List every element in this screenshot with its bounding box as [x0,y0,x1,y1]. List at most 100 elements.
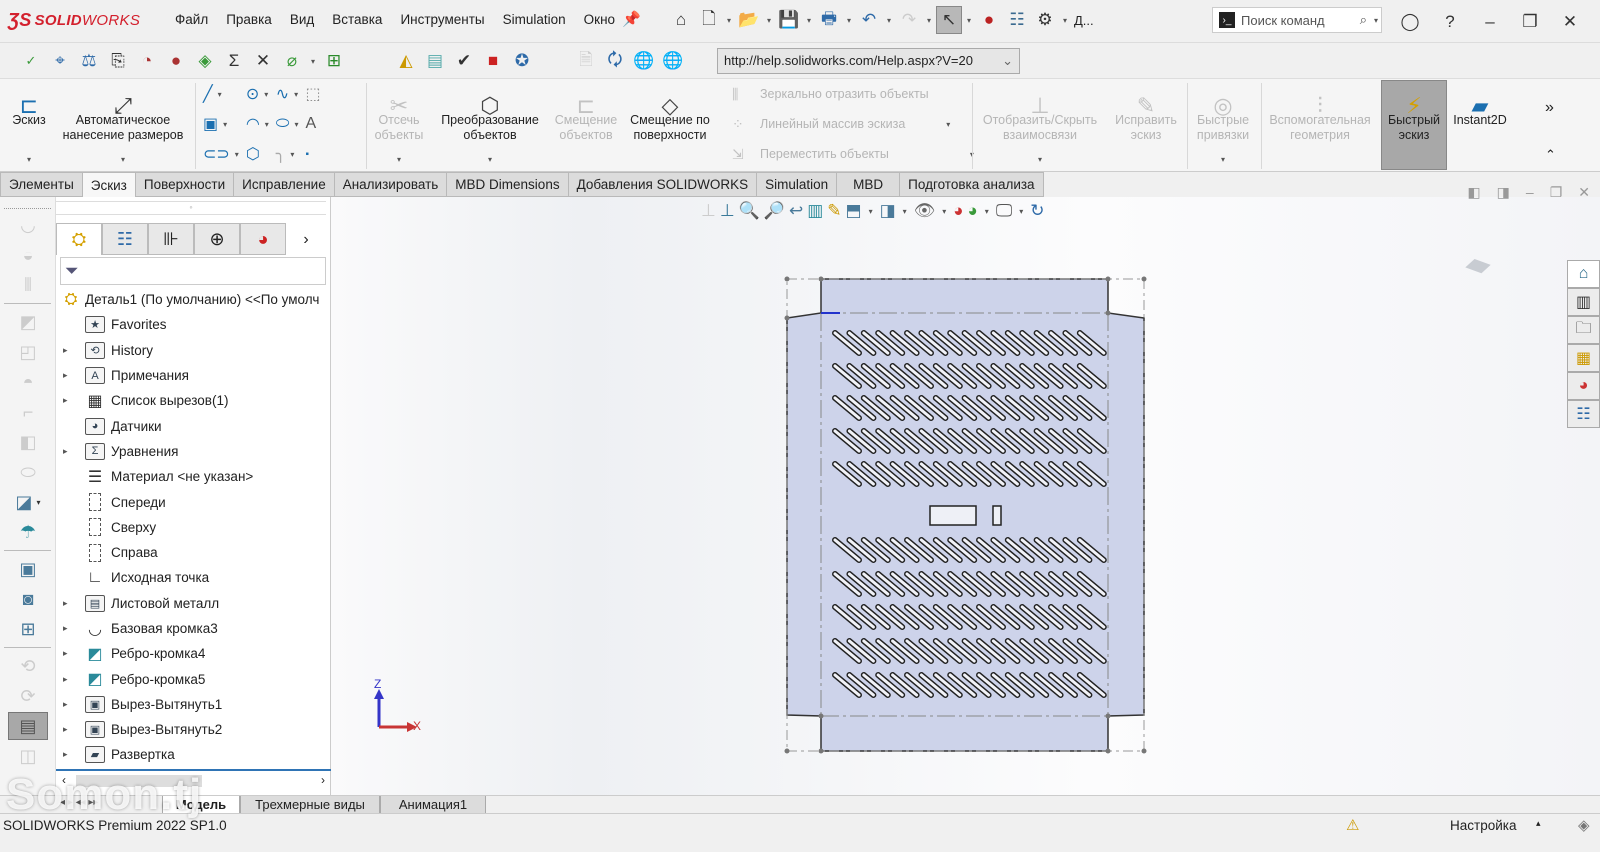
tree-item[interactable]: ▸ ◩ Ребро-кромка4 [56,641,331,666]
command-search-input[interactable]: Поиск команд [1241,13,1360,28]
design-table-icon[interactable]: ⊞ [321,47,347,75]
expand-arrow-icon[interactable]: ▸ [63,699,68,710]
menu-edit[interactable]: Правка [217,12,281,27]
options-dropdown[interactable]: ▾ [1060,16,1070,25]
miter-flange-icon[interactable]: ◰ [8,338,48,366]
circle-icon[interactable]: ⊙ [246,84,259,104]
hem-icon[interactable]: ◓ [8,368,48,396]
tree-item[interactable]: ☰ Материал <не указан> [56,464,331,489]
tree-item[interactable]: ▸ Σ Уравнения [56,439,331,464]
expand-arrow-icon[interactable]: ▸ [63,648,68,659]
ribbon-overflow-icon[interactable]: » [1545,99,1554,117]
tree-item[interactable]: ▸ ▣ Вырез-Вытянуть2 [56,717,331,742]
tree-item[interactable]: ▸ ⟲ History [56,338,331,363]
arc-icon[interactable]: ◠ [246,114,260,134]
line-icon[interactable]: ╱ [203,84,213,104]
offset-entities-button[interactable]: ⊏ Смещение объектов [552,79,620,173]
filter-icon[interactable]: ⏷ [65,261,79,281]
ellipse-icon[interactable]: ⬭ [276,115,290,133]
fillet-icon[interactable]: ╮ [276,144,286,164]
tree-item[interactable]: ▸ ▤ Листовой металл [56,591,331,616]
dimxpert-dropdown[interactable]: ▾ [308,57,318,66]
convert-to-sheet-metal-icon[interactable]: ◒ [8,241,48,269]
repair-sketch-button[interactable]: ✎ Исправить эскиз [1108,79,1184,173]
help-icon[interactable]: ? [1430,8,1470,36]
rebuild-status-icon[interactable]: ⚠ [1346,816,1359,834]
expand-arrow-icon[interactable]: ▸ [63,446,68,457]
check-icon[interactable]: ● [163,47,189,75]
mass-properties-icon[interactable]: ⚖ [76,47,102,75]
undo-dropdown[interactable]: ▾ [884,16,894,25]
url-combobox[interactable]: http://help.solidworks.com/Help.aspx?V=2… [717,48,1020,74]
sketched-bend-icon[interactable]: ◧ [8,428,48,456]
select-cursor-icon[interactable]: ↖ [936,6,962,34]
tree-item[interactable]: ◕ Датчики [56,413,331,438]
dimxpert-icon[interactable]: ⌀ [279,47,305,75]
filter-input[interactable]: ⏷ [60,257,326,285]
flatten-icon[interactable]: ▤ [8,712,48,740]
measure-icon[interactable]: ⌖ [47,47,73,75]
fillet-dropdown[interactable]: ▾ [287,150,297,159]
section-properties-icon[interactable]: ⎘ [105,47,131,75]
slot-icon[interactable]: ⊂⊃ [203,144,230,164]
offset-on-surface-button[interactable]: ◇ Смещение по поверхности [626,79,714,173]
appearances-scenes-icon[interactable]: ◕ [1567,372,1600,400]
search-dropdown[interactable]: ▾ [1371,16,1381,25]
solidworks-resources-home-icon[interactable]: ⌂ [1567,260,1600,288]
unfold-icon[interactable]: ⟲ [8,652,48,680]
tree-item[interactable]: ▸ A Примечания [56,363,331,388]
circle-dropdown[interactable]: ▾ [261,90,271,99]
new-document-icon[interactable]: 🗋 [696,6,722,34]
tab-solidworks-addins[interactable]: Добавления SOLIDWORKS [568,172,758,197]
performance-icon[interactable]: ◔ [134,47,160,75]
simple-hole-icon[interactable]: ◙ [8,585,48,613]
spline-dropdown[interactable]: ▾ [291,90,301,99]
unit-system-label[interactable]: Настройка [1450,818,1516,833]
minimize-icon[interactable]: – [1470,8,1510,36]
expand-arrow-icon[interactable]: ▸ [63,724,68,735]
forming-tool-icon[interactable]: ☂ [8,518,48,546]
open-dropdown[interactable]: ▾ [764,16,774,25]
web-refresh-globe-icon[interactable]: 🌐 [660,47,686,75]
line-dropdown[interactable]: ▾ [215,90,225,99]
no-bends-icon[interactable]: ◫ [8,742,48,770]
expand-arrow-icon[interactable]: ▸ [63,749,68,760]
menu-insert[interactable]: Вставка [323,12,391,27]
trim-entities-button[interactable]: ✂ Отсечь объекты ▾ [370,79,428,173]
url-input[interactable]: http://help.solidworks.com/Help.aspx?V=2… [724,53,973,68]
arc-dropdown[interactable]: ▾ [262,120,272,129]
tab-animation1[interactable]: Анимация1 [380,796,486,814]
redo-dropdown[interactable]: ▾ [924,16,934,25]
text-icon[interactable]: A [305,115,316,133]
menu-tools[interactable]: Инструменты [391,12,493,27]
dimxpert-manager-tab-icon[interactable]: ⊕ [194,223,240,255]
collapse-ribbon-icon[interactable]: ⌃ [1545,147,1556,163]
graphics-area[interactable]: ◧ ◨ – ❐ ✕ ⊥ ⊥ 🔍 🔎 ↩ ▥ ✎ ⬒ ▾ ◨ ▾ 👁 ▾ ◕ ◕ ▾ 🖵 ▾… [331,184,1600,795]
new-dropdown[interactable]: ▾ [724,16,734,25]
lofted-bend-icon[interactable]: ⫴ [8,271,48,299]
sketch-fillet-grid-icon[interactable]: ⬚ [305,84,320,104]
display-relations-button[interactable]: ⊥ Отобразить/Скрыть взаимосвязи ▾ [976,79,1104,173]
refresh-document-icon[interactable]: 🗘 [602,47,628,75]
tree-item[interactable]: ∟ Исходная точка [56,565,331,590]
move-entities-button[interactable]: ⇲Переместить объекты▾ [732,143,977,165]
configuration-manager-tab-icon[interactable]: ⊪ [148,223,194,255]
jog-icon[interactable]: ⌐ [8,398,48,426]
tab-sketch[interactable]: Эскиз [82,172,136,197]
spline-icon[interactable]: ∿ [276,84,289,104]
polygon-icon[interactable]: ⬡ [246,144,260,164]
tab-mbd-dimensions[interactable]: MBD Dimensions [447,172,569,197]
geometry-analysis-icon[interactable]: ◈ [192,47,218,75]
construction-geometry-button[interactable]: ⫶ Вспомогательная геометрия [1262,79,1378,173]
relations-dropdown[interactable]: ▾ [1038,152,1042,167]
ellipse-dropdown[interactable]: ▾ [291,120,301,129]
snaps-dropdown[interactable]: ▾ [1221,152,1225,167]
select-dropdown[interactable]: ▾ [964,16,974,25]
tab-3d-views[interactable]: Трехмерные виды [240,796,380,814]
chevron-down-icon[interactable]: ⌄ [1002,53,1013,69]
save-icon[interactable]: 💾 [776,6,802,34]
smart-dimension-dropdown[interactable]: ▾ [121,152,125,167]
web-globe-icon[interactable]: 🌐 [631,47,657,75]
file-properties-icon[interactable]: ☷ [1004,6,1030,34]
solidworks-logo[interactable]: ƷS SOLID WORKS [8,10,140,31]
